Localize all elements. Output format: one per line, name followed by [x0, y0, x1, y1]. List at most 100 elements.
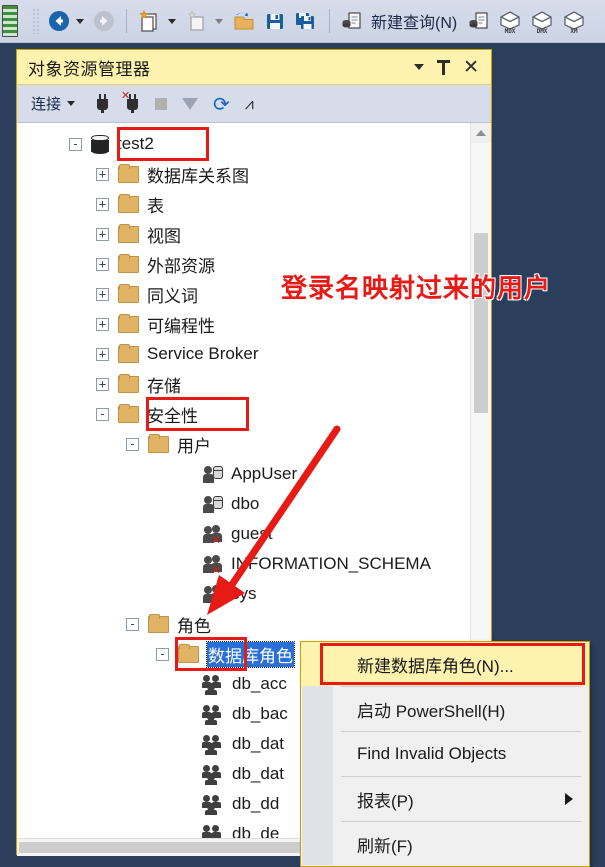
expander-external-resources[interactable]: +: [96, 257, 109, 271]
submenu-arrow-icon: [565, 793, 573, 805]
tree-node-user-appuser[interactable]: AppUser: [17, 459, 491, 489]
save-all-button[interactable]: [291, 4, 321, 38]
back-dropdown-caret-icon[interactable]: [76, 18, 84, 24]
expander-security[interactable]: -: [96, 407, 109, 421]
tree-node-label: db_acc: [232, 674, 287, 693]
tree-node-user-guest[interactable]: ✕ guest: [17, 519, 491, 549]
toolbar-separator-2: [329, 9, 330, 33]
tree-node-label: 角色: [177, 616, 211, 636]
tree-node-views[interactable]: + 视图: [17, 219, 491, 249]
scrollbar-thumb[interactable]: [474, 233, 488, 413]
close-icon[interactable]: ✕: [463, 57, 479, 77]
tree-node-user-information-schema[interactable]: ✕ INFORMATION_SCHEMA: [17, 549, 491, 579]
scroll-up-button[interactable]: [471, 123, 491, 143]
tree-node-label: dbo: [231, 494, 260, 513]
database-icon: [91, 134, 109, 154]
tree-node-roles[interactable]: - 角色: [17, 609, 491, 639]
tree-node-user-dbo[interactable]: dbo: [17, 489, 491, 519]
open-file-button[interactable]: [229, 4, 259, 38]
expander-users[interactable]: -: [126, 437, 139, 451]
chevron-down-icon[interactable]: [414, 64, 425, 70]
expander-roles[interactable]: -: [126, 617, 139, 631]
menu-item-reports[interactable]: 报表(P): [301, 777, 589, 821]
save-button[interactable]: [261, 4, 289, 38]
context-menu[interactable]: 新建数据库角色(N)... 启动 PowerShell(H) Find Invali…: [300, 641, 590, 867]
page-title: 对象资源管理器: [28, 59, 151, 79]
tree-node-label: 同义词: [147, 286, 198, 306]
new-project-icon: [139, 10, 157, 32]
folder-icon: [148, 433, 169, 453]
tree-node-label: 安全性: [147, 406, 198, 426]
tree-node-test2[interactable]: - test2: [17, 129, 491, 159]
menu-item-start-powershell[interactable]: 启动 PowerShell(H): [301, 687, 589, 731]
role-group-icon: [202, 734, 224, 755]
expander-database-roles[interactable]: -: [156, 647, 169, 661]
tree-node-label: db_dat: [232, 734, 284, 753]
tree-node-user-sys[interactable]: ✕ sys: [17, 579, 491, 609]
tree-node-label: 数据库角色: [206, 640, 295, 668]
save-all-floppy-icon: [296, 13, 314, 29]
object-explorer-titlebar: 对象资源管理器 ✕: [17, 50, 491, 85]
expander-diagrams[interactable]: +: [96, 167, 109, 181]
svg-text:XM: XM: [571, 28, 579, 34]
hscrollbar-thumb[interactable]: [19, 842, 319, 853]
tree-node-programmability[interactable]: + 可编程性: [17, 309, 491, 339]
connect-plug-icon[interactable]: [95, 94, 110, 113]
new-project-dropdown-caret-icon[interactable]: [168, 18, 176, 24]
new-xmla-query-button[interactable]: XM: [559, 4, 589, 38]
menu-item-new-database-role[interactable]: 新建数据库角色(N)...: [301, 642, 589, 686]
expander-storage[interactable]: +: [96, 377, 109, 391]
tree-node-label: 表: [147, 196, 164, 216]
disconnect-plug-icon[interactable]: ✕: [121, 91, 140, 113]
expander-test2[interactable]: -: [69, 137, 82, 151]
tree-node-label: db_dd: [232, 794, 280, 813]
new-mdx-query-button[interactable]: MDX: [495, 4, 525, 38]
tree-node-diagrams[interactable]: + 数据库关系图: [17, 159, 491, 189]
menu-item-label: 刷新(F): [357, 836, 413, 856]
new-item-icon: [187, 10, 204, 31]
pin-icon[interactable]: [437, 59, 451, 75]
new-project-button[interactable]: [135, 4, 165, 38]
connect-dropdown-caret-icon[interactable]: [67, 101, 76, 106]
activity-monitor-icon[interactable]: ⩘: [245, 95, 254, 112]
toolbar-grip[interactable]: [32, 8, 39, 34]
tree-node-label: sys: [231, 584, 257, 603]
expander-synonyms[interactable]: +: [96, 287, 109, 301]
expander-programmability[interactable]: +: [96, 317, 109, 331]
tree-node-security[interactable]: - 安全性: [17, 399, 491, 429]
tree-node-users[interactable]: - 用户: [17, 429, 491, 459]
expander-views[interactable]: +: [96, 227, 109, 241]
tree-node-tables[interactable]: + 表: [17, 189, 491, 219]
refresh-icon[interactable]: ⟳: [213, 94, 230, 114]
tree-node-label: db_bac: [232, 704, 288, 723]
new-query-button[interactable]: [338, 4, 366, 38]
expander-tables[interactable]: +: [96, 197, 109, 211]
role-group-icon: [202, 764, 224, 785]
user-disabled-icon: ✕: [203, 524, 223, 546]
new-query-label: 新建查询(N): [371, 15, 458, 32]
menu-item-refresh[interactable]: 刷新(F): [301, 822, 589, 866]
folder-icon: [118, 163, 139, 183]
navigate-back-button[interactable]: [45, 4, 73, 38]
user-disabled-icon: ✕: [203, 554, 223, 576]
navigate-forward-button[interactable]: [90, 4, 118, 38]
folder-icon: [118, 283, 139, 303]
filter-icon[interactable]: [182, 97, 199, 110]
tree-node-service-broker[interactable]: + Service Broker: [17, 339, 491, 369]
new-database-engine-query-button[interactable]: [465, 4, 493, 38]
new-item-dropdown-caret-icon[interactable]: [215, 18, 223, 24]
new-query-icon: [342, 12, 361, 29]
doc-stack-icon: [2, 5, 18, 37]
new-item-button[interactable]: [182, 4, 212, 38]
tree-node-label: 外部资源: [147, 256, 215, 276]
menu-item-find-invalid-objects[interactable]: Find Invalid Objects: [301, 732, 589, 776]
expander-service-broker[interactable]: +: [96, 347, 109, 361]
tree-node-label: 可编程性: [147, 316, 215, 336]
tree-node-storage[interactable]: + 存储: [17, 369, 491, 399]
user-icon: [203, 465, 223, 484]
folder-icon: [118, 403, 139, 423]
tree-node-label: test2: [117, 134, 154, 153]
new-dmx-query-button[interactable]: DMX: [527, 4, 557, 38]
connect-button-label[interactable]: 连接: [31, 93, 61, 114]
xmla-query-icon: XM: [564, 11, 584, 34]
